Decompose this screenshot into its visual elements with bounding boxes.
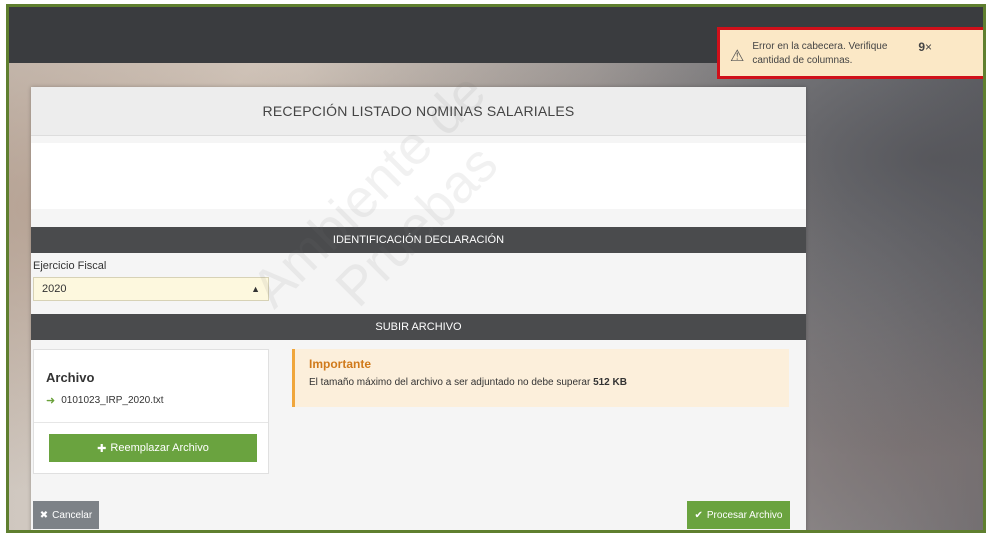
notice-title: Importante [309,357,372,371]
notice-limit: 512 KB [593,377,627,388]
file-item: ➜ 0101023_IRP_2020.txt [46,394,164,407]
arrow-right-icon: ➜ [46,395,56,407]
ejercicio-fiscal-label: Ejercicio Fiscal [33,260,107,272]
check-icon: ✔ [694,509,703,521]
replace-file-label: Reemplazar Archivo [110,442,209,454]
ejercicio-fiscal-value: 2020 [42,283,67,295]
close-icon[interactable]: × [925,40,932,54]
important-notice: Importante El tamaño máximo del archivo … [292,349,789,407]
ejercicio-fiscal-select[interactable]: 2020 ▲︎ [33,277,269,301]
section-subir-archivo-title: SUBIR ARCHIVO [375,321,462,333]
file-name: 0101023_IRP_2020.txt [61,395,164,406]
archivo-title: Archivo [46,370,95,385]
times-icon: ✖ [39,509,49,521]
section-subir-archivo: SUBIR ARCHIVO [31,314,806,340]
process-file-label: Procesar Archivo [706,509,783,521]
error-toast: ⚠ Error en la cabecera. Verifique cantid… [717,27,983,79]
sort-icon: ▲︎ [251,284,260,294]
toast-message: Error en la cabecera. Verifique cantidad… [752,41,888,66]
app-frame: RECEPCIÓN LISTADO NOMINAS SALARIALES IDE… [6,4,986,533]
section-identificacion: IDENTIFICACIÓN DECLARACIÓN [31,227,806,253]
process-file-button[interactable]: ✔ Procesar Archivo [687,501,790,529]
warning-icon: ⚠ [730,48,745,65]
notice-text: El tamaño máximo del archivo a ser adjun… [309,377,591,388]
logo-strip [31,143,806,209]
toast-count: 9 [918,40,926,54]
replace-file-button[interactable]: ✚ Reemplazar Archivo [49,434,257,462]
main-card: RECEPCIÓN LISTADO NOMINAS SALARIALES IDE… [31,62,806,530]
section-identificacion-title: IDENTIFICACIÓN DECLARACIÓN [332,234,505,246]
card-header: RECEPCIÓN LISTADO NOMINAS SALARIALES [31,87,806,136]
page-title: RECEPCIÓN LISTADO NOMINAS SALARIALES [262,103,575,119]
file-panel: Archivo ➜ 0101023_IRP_2020.txt ✚ Reempla… [33,349,269,474]
cancel-label: Cancelar [52,509,93,521]
notice-text-line: El tamaño máximo del archivo a ser adjun… [309,377,775,388]
file-divider [34,422,268,423]
plus-icon: ✚ [97,442,107,455]
cancel-button[interactable]: ✖ Cancelar [33,501,99,529]
